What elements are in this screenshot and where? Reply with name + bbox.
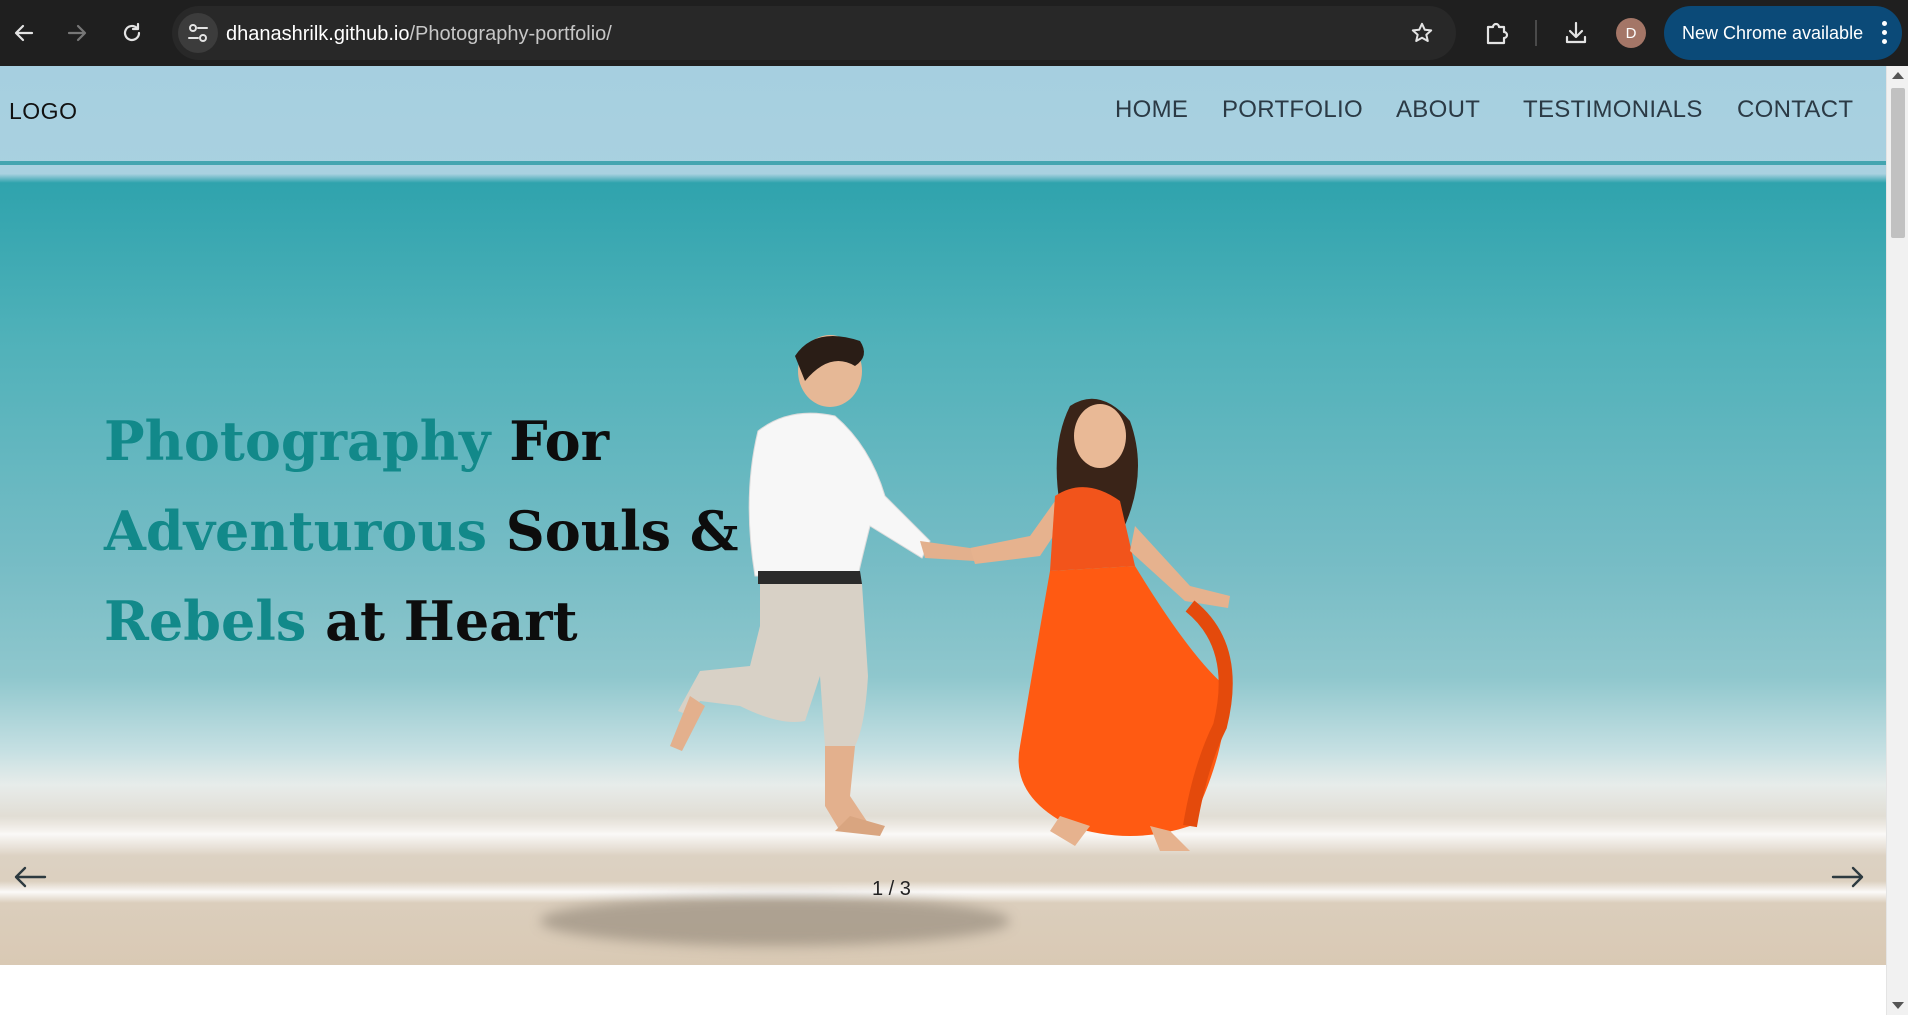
download-icon [1565,21,1587,44]
headline-accent: Photography [104,409,491,473]
extensions-button[interactable] [1477,14,1515,52]
headline-text: Souls & [486,499,739,563]
hero-image-horizon [0,161,1886,165]
update-label: New Chrome available [1682,22,1864,43]
profile-avatar[interactable]: D [1616,18,1646,48]
headline-line-1: Photography For [104,396,739,486]
puzzle-icon [1486,22,1509,45]
slider-prev-button[interactable] [12,864,52,894]
forward-arrow-icon [67,24,87,42]
scroll-up-icon[interactable] [1892,72,1904,79]
headline-line-3: Rebels at Heart [104,576,739,666]
nav-about[interactable]: ABOUT [1396,96,1480,124]
more-menu-icon[interactable] [1882,21,1888,45]
headline-line-2: Adventurous Souls & [104,486,739,576]
scrollbar-thumb[interactable] [1891,88,1905,238]
reload-button[interactable] [112,13,152,53]
hero-slider: LOGO HOME PORTFOLIO ABOUT TESTIMONIALS C… [0,66,1886,965]
forward-button[interactable] [57,13,97,53]
arrow-left-icon [14,866,47,888]
scroll-down-icon[interactable] [1892,1002,1904,1009]
headline-text: For [490,409,610,473]
chrome-update-button[interactable]: New Chrome available [1664,6,1902,60]
tune-icon [188,24,208,42]
nav-portfolio[interactable]: PORTFOLIO [1222,96,1363,124]
hero-headline: Photography For Adventurous Souls & Rebe… [104,396,739,666]
arrow-right-icon [1831,866,1864,888]
address-bar[interactable]: dhanashrilk.github.io/Photography-portfo… [172,6,1456,60]
slide-counter: 1 / 3 [872,878,911,900]
site-info-button[interactable] [178,13,218,53]
headline-accent: Adventurous [104,499,487,563]
url-text[interactable]: dhanashrilk.github.io/Photography-portfo… [226,23,612,46]
slider-next-button[interactable] [1830,864,1870,894]
headline-text: at Heart [306,589,578,653]
url-path: /Photography-portfolio/ [409,23,612,45]
page-viewport: LOGO HOME PORTFOLIO ABOUT TESTIMONIALS C… [0,66,1886,1015]
browser-toolbar: dhanashrilk.github.io/Photography-portfo… [0,0,1908,66]
bookmark-button[interactable] [1410,21,1434,50]
site-header: LOGO HOME PORTFOLIO ABOUT TESTIMONIALS C… [0,66,1886,156]
headline-accent: Rebels [104,589,307,653]
nav-home[interactable]: HOME [1115,96,1188,124]
page-scrollbar[interactable] [1886,66,1908,1015]
url-host: dhanashrilk.github.io [226,23,410,45]
back-arrow-icon [14,24,34,42]
back-button[interactable] [4,13,44,53]
nav-testimonials[interactable]: TESTIMONIALS [1523,96,1703,124]
site-logo[interactable]: LOGO [9,98,77,125]
star-icon [1411,22,1433,42]
toolbar-divider [1535,20,1537,46]
nav-contact[interactable]: CONTACT [1737,96,1853,124]
reload-icon [123,22,141,42]
downloads-button[interactable] [1557,14,1595,52]
